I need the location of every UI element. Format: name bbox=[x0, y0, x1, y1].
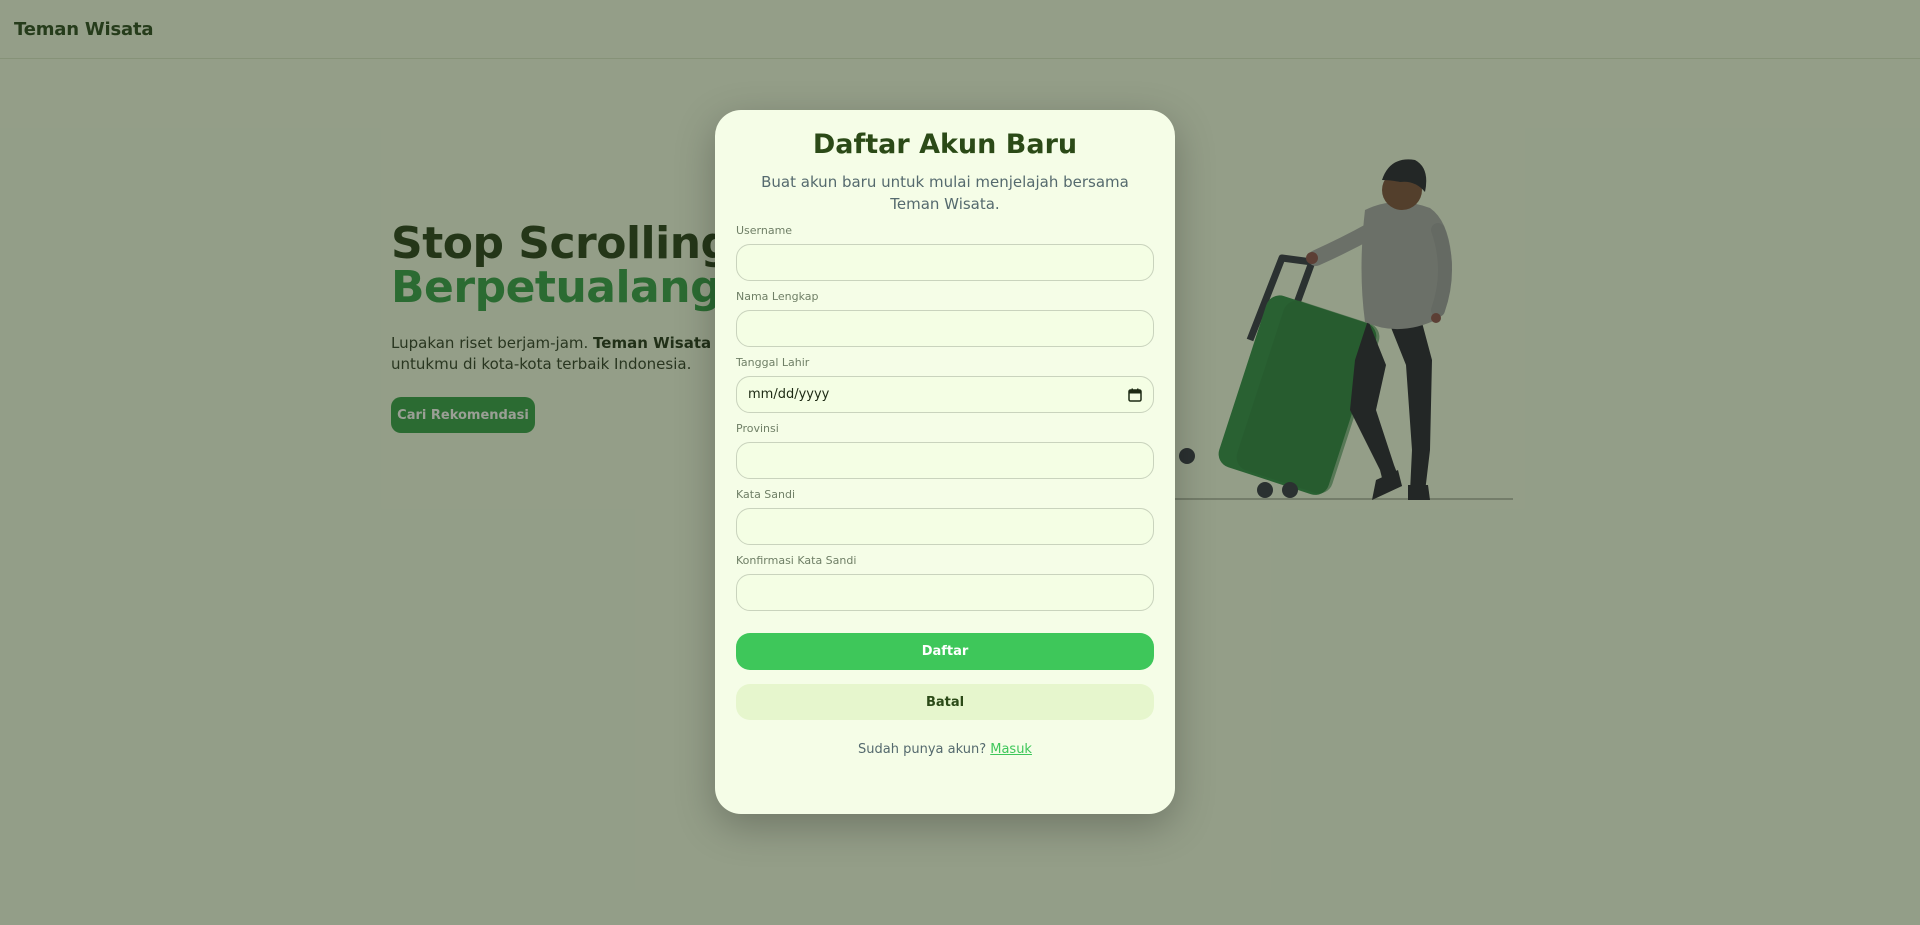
username-field-group: Username bbox=[736, 223, 1154, 281]
confirm-password-field-group: Konfirmasi Kata Sandi bbox=[736, 553, 1154, 611]
register-modal: Daftar Akun Baru Buat akun baru untuk mu… bbox=[715, 110, 1175, 814]
login-prompt-text: Sudah punya akun? bbox=[858, 742, 987, 757]
batal-button[interactable]: Batal bbox=[736, 684, 1154, 720]
fullname-label: Nama Lengkap bbox=[736, 290, 819, 303]
daftar-button[interactable]: Daftar bbox=[736, 633, 1154, 670]
birthdate-input[interactable]: mm/dd/yyyy bbox=[736, 376, 1154, 413]
birthdate-placeholder: mm/dd/yyyy bbox=[748, 387, 830, 402]
password-label: Kata Sandi bbox=[736, 488, 796, 501]
masuk-link[interactable]: Masuk bbox=[990, 742, 1032, 757]
modal-title: Daftar Akun Baru bbox=[812, 129, 1078, 160]
province-field-group: Provinsi bbox=[736, 421, 1154, 479]
province-input[interactable] bbox=[736, 442, 1154, 479]
birthdate-field-group: Tanggal Lahir mm/dd/yyyy bbox=[736, 355, 1154, 413]
fullname-input[interactable] bbox=[736, 310, 1154, 347]
confirm-password-input[interactable] bbox=[736, 574, 1154, 611]
confirm-password-label: Konfirmasi Kata Sandi bbox=[736, 554, 857, 567]
login-prompt: Sudah punya akun? Masuk bbox=[736, 742, 1154, 757]
calendar-icon[interactable] bbox=[1128, 388, 1142, 402]
modal-subtitle: Buat akun baru untuk mulai menjelajah be… bbox=[761, 173, 1129, 213]
password-field-group: Kata Sandi bbox=[736, 487, 1154, 545]
fullname-field-group: Nama Lengkap bbox=[736, 289, 1154, 347]
password-input[interactable] bbox=[736, 508, 1154, 545]
username-label: Username bbox=[736, 224, 793, 237]
username-input[interactable] bbox=[736, 244, 1154, 281]
birthdate-label: Tanggal Lahir bbox=[736, 356, 810, 369]
province-label: Provinsi bbox=[736, 422, 779, 435]
